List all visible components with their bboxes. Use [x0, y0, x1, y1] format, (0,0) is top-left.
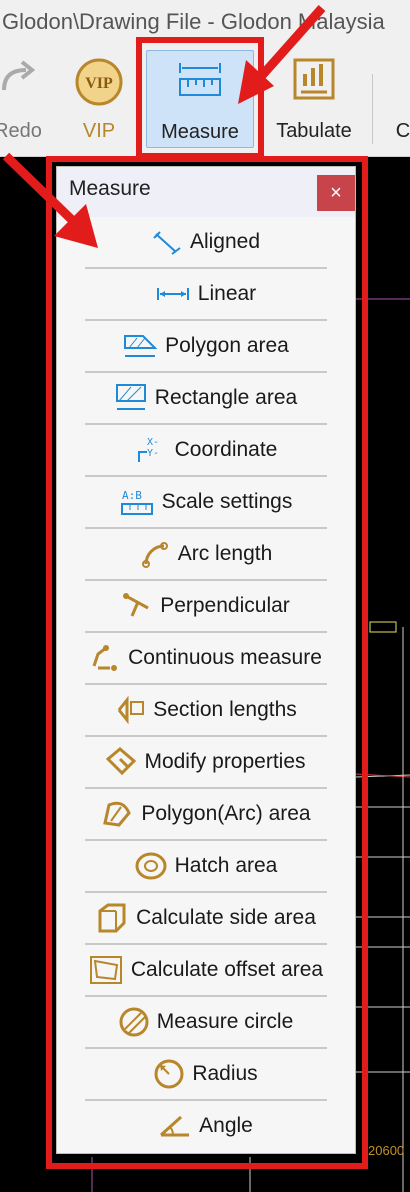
next-ribbon-label: C: [395, 120, 410, 142]
vip-button[interactable]: VIP VIP: [68, 50, 130, 146]
redo-icon: [2, 60, 36, 91]
dimension-text: 20600: [368, 1143, 404, 1158]
redo-label: Redo: [0, 120, 42, 142]
annotation-arrow-top: [238, 5, 326, 104]
vip-icon: VIP: [75, 58, 123, 106]
svg-text:VIP: VIP: [85, 75, 113, 92]
annotation-highlight-panel: [46, 156, 368, 1169]
vip-label: VIP: [82, 120, 116, 142]
tabulate-label: Tabulate: [276, 120, 352, 142]
annotation-arrow-left: [2, 152, 98, 248]
redo-button[interactable]: Redo: [0, 50, 48, 146]
next-ribbon-button[interactable]: C: [388, 50, 410, 146]
ribbon-separator: [372, 74, 373, 144]
